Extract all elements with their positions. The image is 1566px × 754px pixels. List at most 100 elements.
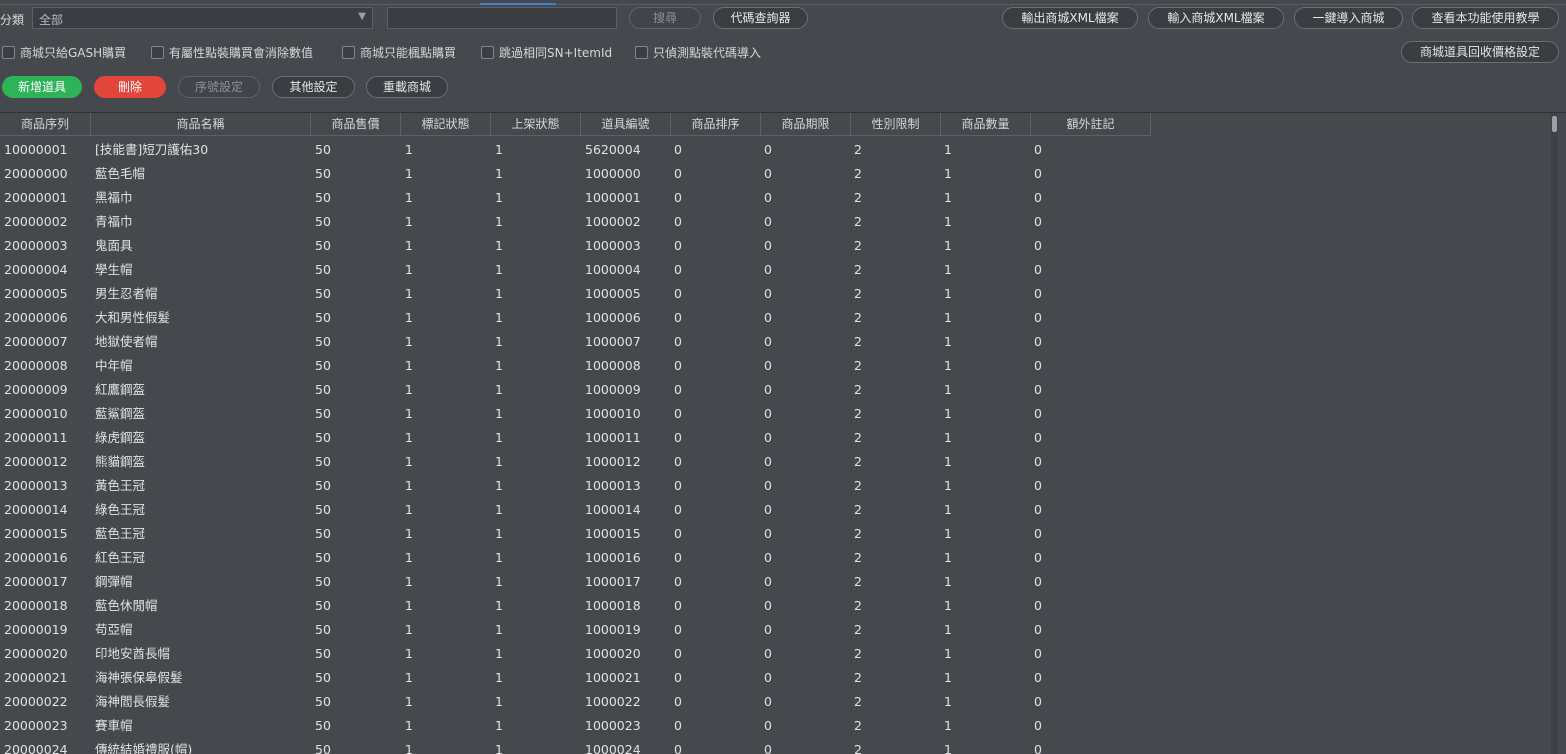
cell-listing-status: 1 — [495, 214, 503, 229]
reload-shop-button[interactable]: 重載商城 — [366, 76, 448, 98]
search-button[interactable]: 搜尋 — [629, 7, 701, 29]
table-row[interactable]: 20000023 賽車帽 50 1 1 1000023 0 0 2 1 0 — [0, 714, 1548, 738]
column-header-listing-status[interactable]: 上架狀態 — [491, 113, 581, 136]
table-row[interactable]: 20000012 熊貓鋼盔 50 1 1 1000012 0 0 2 1 0 — [0, 450, 1548, 474]
cell-price: 50 — [315, 598, 331, 613]
table-row[interactable]: 10000001 [技能書]短刀護佑30 50 1 1 5620004 0 0 2 1 0 — [0, 138, 1548, 162]
table-row[interactable]: 20000013 黃色王冠 50 1 1 1000013 0 0 2 1 0 — [0, 474, 1548, 498]
cell-period: 0 — [764, 214, 772, 229]
cell-sort-order: 0 — [674, 550, 682, 565]
table-row[interactable]: 20000024 傳統結婚禮服(帽) 50 1 1 1000024 0 0 2 1 0 — [0, 738, 1548, 754]
cell-gender-limit: 2 — [854, 574, 862, 589]
category-dropdown[interactable]: 全部 ▼ — [32, 7, 373, 29]
tutorial-button[interactable]: 查看本功能使用教學 — [1412, 7, 1559, 29]
column-header-item-id[interactable]: 道具編號 — [581, 113, 671, 136]
table-row[interactable]: 20000003 鬼面具 50 1 1 1000003 0 0 2 1 0 — [0, 234, 1548, 258]
cell-gender-limit: 2 — [854, 622, 862, 637]
chevron-down-icon: ▼ — [358, 11, 366, 22]
delete-button[interactable]: 刪除 — [94, 76, 166, 98]
cell-listing-status: 1 — [495, 622, 503, 637]
serial-settings-button[interactable]: 序號設定 — [178, 76, 260, 98]
column-header-sort-order[interactable]: 商品排序 — [671, 113, 761, 136]
table-row[interactable]: 20000009 紅鷹鋼盔 50 1 1 1000009 0 0 2 1 0 — [0, 378, 1548, 402]
table-row[interactable]: 20000017 鋼彈帽 50 1 1 1000017 0 0 2 1 0 — [0, 570, 1548, 594]
cell-extra-note: 0 — [1034, 742, 1042, 754]
column-header-mark-status[interactable]: 標記狀態 — [401, 113, 491, 136]
option-detect-cash-only[interactable]: 只偵測點裝代碼導入 — [635, 44, 761, 60]
checkbox-icon[interactable] — [2, 46, 15, 59]
option-maple-points-only[interactable]: 商城只能楓點購買 — [342, 44, 456, 60]
cell-serial: 20000012 — [4, 454, 68, 469]
checkbox-icon[interactable] — [635, 46, 648, 59]
cell-serial: 20000016 — [4, 550, 68, 565]
cell-sort-order: 0 — [674, 646, 682, 661]
one-click-import-button[interactable]: 一鍵導入商城 — [1294, 7, 1403, 29]
cell-name: 熊貓鋼盔 — [95, 454, 146, 469]
export-xml-button[interactable]: 輸出商城XML檔案 — [1002, 7, 1138, 29]
category-selected-value: 全部 — [39, 13, 64, 27]
code-lookup-button[interactable]: 代碼查詢器 — [713, 7, 808, 29]
cell-sort-order: 0 — [674, 214, 682, 229]
checkbox-icon[interactable] — [151, 46, 164, 59]
table-row[interactable]: 20000016 紅色王冠 50 1 1 1000016 0 0 2 1 0 — [0, 546, 1548, 570]
option-gash-only[interactable]: 商城只給GASH購買 — [2, 44, 126, 60]
option-skip-same-sn[interactable]: 跳過相同SN+ItemId — [481, 44, 612, 60]
table-row[interactable]: 20000001 黑福巾 50 1 1 1000001 0 0 2 1 0 — [0, 186, 1548, 210]
column-header-period[interactable]: 商品期限 — [761, 113, 851, 136]
table-row[interactable]: 20000011 綠虎鋼盔 50 1 1 1000011 0 0 2 1 0 — [0, 426, 1548, 450]
search-input[interactable] — [387, 7, 617, 29]
column-header-price[interactable]: 商品售價 — [311, 113, 401, 136]
cell-price: 50 — [315, 478, 331, 493]
table-row[interactable]: 20000020 印地安酋長帽 50 1 1 1000020 0 0 2 1 0 — [0, 642, 1548, 666]
cell-sort-order: 0 — [674, 310, 682, 325]
table-row[interactable]: 20000021 海神張保皋假髮 50 1 1 1000021 0 0 2 1 0 — [0, 666, 1548, 690]
cell-serial: 20000022 — [4, 694, 68, 709]
cell-quantity: 1 — [944, 454, 952, 469]
table-row[interactable]: 20000018 藍色休閒帽 50 1 1 1000018 0 0 2 1 0 — [0, 594, 1548, 618]
recycle-price-button[interactable]: 商城道具回收價格設定 — [1401, 41, 1559, 63]
cell-serial: 20000004 — [4, 262, 68, 277]
cell-listing-status: 1 — [495, 670, 503, 685]
add-item-button[interactable]: 新增道具 — [2, 76, 82, 98]
cell-gender-limit: 2 — [854, 430, 862, 445]
cell-period: 0 — [764, 406, 772, 421]
table-row[interactable]: 20000005 男生忍者帽 50 1 1 1000005 0 0 2 1 0 — [0, 282, 1548, 306]
table-row[interactable]: 20000000 藍色毛帽 50 1 1 1000000 0 0 2 1 0 — [0, 162, 1548, 186]
cell-price: 50 — [315, 550, 331, 565]
cell-mark-status: 1 — [405, 502, 413, 517]
cell-sort-order: 0 — [674, 430, 682, 445]
column-header-extra-note[interactable]: 額外註記 — [1031, 113, 1151, 136]
cell-serial: 20000021 — [4, 670, 68, 685]
scrollbar-thumb[interactable] — [1552, 116, 1557, 132]
table-row[interactable]: 20000010 藍鯊鋼盔 50 1 1 1000010 0 0 2 1 0 — [0, 402, 1548, 426]
cell-period: 0 — [764, 550, 772, 565]
column-header-serial[interactable]: 商品序列 — [0, 113, 91, 136]
table-row[interactable]: 20000014 綠色王冠 50 1 1 1000014 0 0 2 1 0 — [0, 498, 1548, 522]
cell-gender-limit: 2 — [854, 286, 862, 301]
other-settings-button[interactable]: 其他設定 — [272, 76, 355, 98]
table-row[interactable]: 20000007 地獄使者帽 50 1 1 1000007 0 0 2 1 0 — [0, 330, 1548, 354]
cell-price: 50 — [315, 334, 331, 349]
option-clear-attribute[interactable]: 有屬性點裝購買會消除數值 — [151, 44, 313, 60]
cell-extra-note: 0 — [1034, 550, 1042, 565]
cell-period: 0 — [764, 310, 772, 325]
column-header-quantity[interactable]: 商品數量 — [941, 113, 1031, 136]
checkbox-icon[interactable] — [342, 46, 355, 59]
cell-extra-note: 0 — [1034, 646, 1042, 661]
column-header-gender-limit[interactable]: 性別限制 — [851, 113, 941, 136]
table-row[interactable]: 20000008 中年帽 50 1 1 1000008 0 0 2 1 0 — [0, 354, 1548, 378]
column-header-name[interactable]: 商品名稱 — [91, 113, 311, 136]
cell-price: 50 — [315, 670, 331, 685]
table-row[interactable]: 20000002 青福巾 50 1 1 1000002 0 0 2 1 0 — [0, 210, 1548, 234]
table-row[interactable]: 20000019 苟亞帽 50 1 1 1000019 0 0 2 1 0 — [0, 618, 1548, 642]
import-xml-button[interactable]: 輸入商城XML檔案 — [1148, 7, 1284, 29]
table-row[interactable]: 20000004 學生帽 50 1 1 1000004 0 0 2 1 0 — [0, 258, 1548, 282]
table-row[interactable]: 20000015 藍色王冠 50 1 1 1000015 0 0 2 1 0 — [0, 522, 1548, 546]
cell-listing-status: 1 — [495, 526, 503, 541]
cell-price: 50 — [315, 310, 331, 325]
cell-item-id: 1000022 — [585, 694, 641, 709]
checkbox-icon[interactable] — [481, 46, 494, 59]
table-row[interactable]: 20000022 海神閻長假髮 50 1 1 1000022 0 0 2 1 0 — [0, 690, 1548, 714]
table-row[interactable]: 20000006 大和男性假髮 50 1 1 1000006 0 0 2 1 0 — [0, 306, 1548, 330]
vertical-scrollbar[interactable] — [1551, 114, 1558, 754]
